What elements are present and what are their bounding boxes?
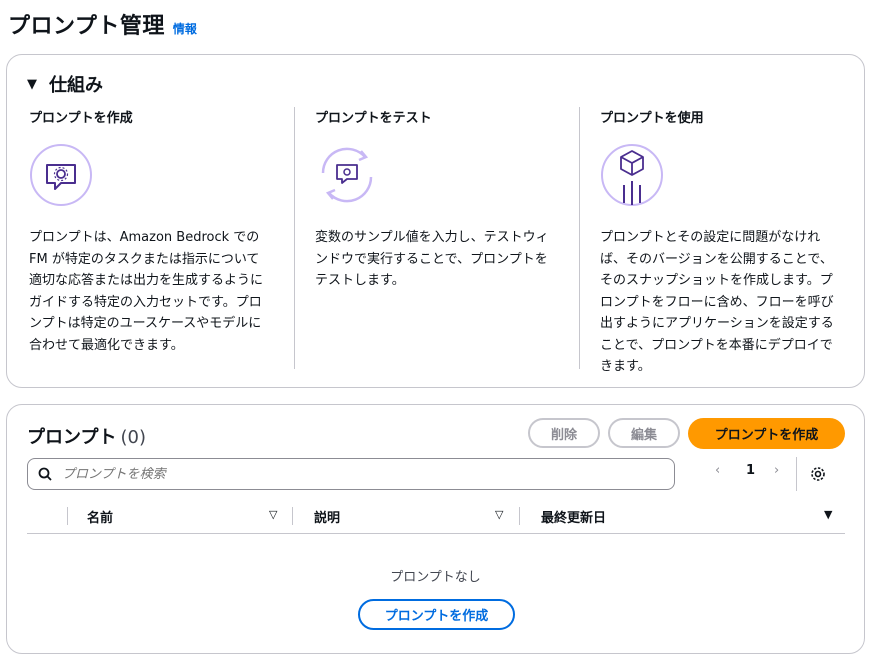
- how-it-works-title: 仕組み: [49, 75, 103, 96]
- search-icon: [38, 467, 52, 481]
- search-input[interactable]: [60, 465, 624, 483]
- info-link[interactable]: 情報: [173, 20, 197, 37]
- sort-descending-icon[interactable]: ▼: [824, 508, 832, 521]
- page-number[interactable]: 1: [746, 463, 755, 478]
- column-text: プロンプトは、Amazon Bedrock での FM が特定のタスクまたは指示…: [29, 230, 264, 353]
- empty-state-text: プロンプトなし: [390, 570, 481, 585]
- column-header-name[interactable]: 名前: [87, 507, 113, 526]
- how-it-works-toggle[interactable]: ▼ 仕組み: [27, 71, 103, 97]
- how-it-works-panel: ▼ 仕組み プロンプトを作成 プロンプトは、Amazon Bedrock での …: [6, 54, 865, 388]
- column-text: 変数のサンプル値を入力し、テストウィンドウで実行することで、プロンプトをテストし…: [315, 230, 549, 288]
- how-column-test: プロンプトをテスト 変数のサンプル値を入力し、テストウィンドウで実行することで、…: [315, 107, 555, 288]
- column-divider: [579, 107, 580, 369]
- sort-icon[interactable]: ▽: [269, 508, 277, 521]
- sort-icon[interactable]: ▽: [495, 508, 503, 521]
- column-divider: [294, 107, 295, 369]
- column-header-last-updated[interactable]: 最終更新日: [541, 507, 606, 526]
- column-text: プロンプトとその設定に問題がなければ、そのバージョンを公開することで、そのスナッ…: [600, 230, 834, 374]
- table-header-border: [27, 533, 845, 534]
- column-header-description[interactable]: 説明: [314, 507, 340, 526]
- column-resizer[interactable]: [292, 507, 293, 525]
- caret-down-icon: ▼: [27, 76, 37, 92]
- column-title: プロンプトを使用: [600, 111, 704, 126]
- column-title: プロンプトをテスト: [315, 111, 432, 126]
- search-box[interactable]: [27, 458, 675, 490]
- delete-button[interactable]: 削除: [528, 418, 600, 448]
- pager-separator: [796, 457, 797, 491]
- column-title: プロンプトを作成: [29, 111, 133, 126]
- next-page-icon[interactable]: ›: [774, 463, 779, 478]
- page-title: プロンプト管理: [8, 14, 165, 39]
- empty-create-prompt-button[interactable]: プロンプトを作成: [358, 599, 515, 630]
- page-header: プロンプト管理 情報: [8, 8, 197, 40]
- column-resizer[interactable]: [519, 507, 520, 525]
- prompts-count: (0): [120, 427, 146, 448]
- edit-button[interactable]: 編集: [608, 418, 680, 448]
- how-column-create: プロンプトを作成 プロンプトは、Amazon Bedrock での FM が特定…: [29, 107, 269, 353]
- refresh-chat-icon: [321, 147, 373, 203]
- how-column-use: プロンプトを使用 プロンプトとその設定に問題がなければ、そのバージョンを公開する…: [600, 107, 840, 374]
- create-prompt-button[interactable]: プロンプトを作成: [688, 418, 845, 449]
- column-resizer[interactable]: [67, 507, 68, 525]
- chat-gear-icon: [30, 144, 92, 206]
- prompts-title: プロンプト: [27, 427, 117, 448]
- cube-deploy-icon: [601, 144, 663, 206]
- previous-page-icon[interactable]: ‹: [715, 463, 720, 478]
- prompts-heading: プロンプト (0): [27, 423, 146, 449]
- prompts-panel: プロンプト(0) 削除 編集 プロンプトを作成 ‹ 1 › 名前 ▽ 説明 ▽ …: [6, 404, 865, 654]
- settings-gear-icon[interactable]: [810, 466, 826, 482]
